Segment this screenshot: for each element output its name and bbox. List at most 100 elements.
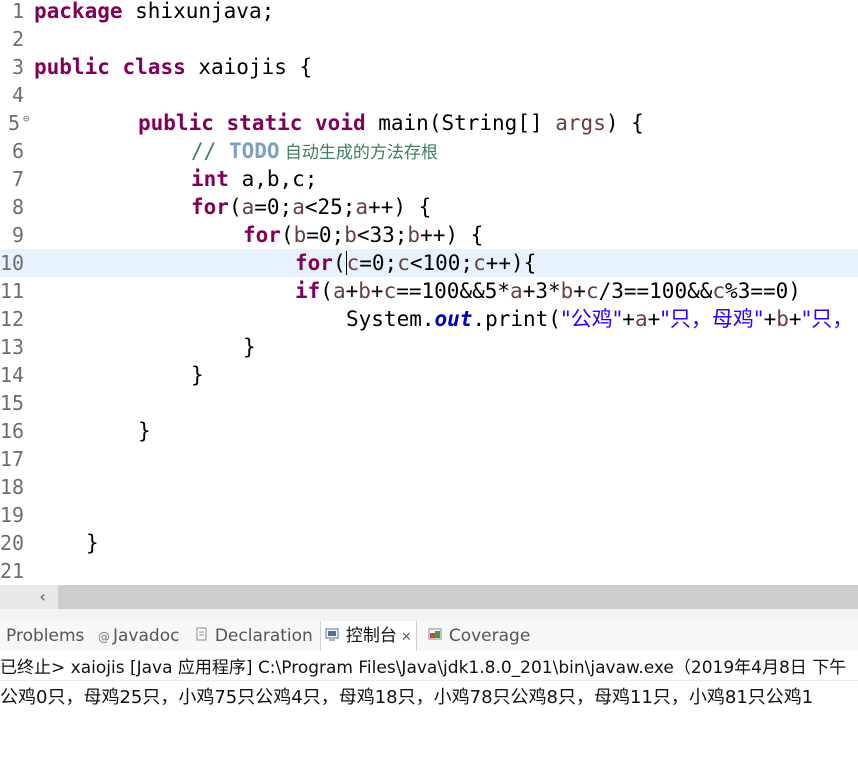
- panel-divider[interactable]: [0, 609, 858, 621]
- code-text: <100;: [409, 251, 474, 275]
- parameter: args: [555, 111, 606, 135]
- keyword: class: [122, 55, 186, 79]
- code-text: <33;: [356, 223, 408, 247]
- line-number: 18: [0, 475, 25, 499]
- keyword: public: [34, 55, 110, 79]
- code-line[interactable]: 11 if(a+b+c==100&&5*a+3*b+c/3==100&&c%3=…: [0, 277, 858, 305]
- line-number: 8: [11, 195, 24, 219]
- line-number: 7: [11, 167, 24, 191]
- keyword: int: [191, 167, 229, 191]
- code-line[interactable]: 5 ⊖ public static void main(String[] arg…: [0, 109, 858, 137]
- code-line[interactable]: 14 }: [0, 361, 858, 389]
- code-line[interactable]: 13 }: [0, 333, 858, 361]
- tab-label: Declaration: [214, 626, 313, 646]
- code-line[interactable]: 16 }: [0, 417, 858, 445]
- horizontal-scrollbar[interactable]: ‹: [0, 585, 858, 609]
- code-line[interactable]: 20 }: [0, 529, 858, 557]
- variable: c: [712, 279, 726, 303]
- line-number: 13: [0, 335, 25, 359]
- line-number: 21: [0, 559, 25, 583]
- line-number: 6: [11, 139, 24, 163]
- code-line[interactable]: 7 int a,b,c;: [0, 165, 858, 193]
- code-line[interactable]: 19: [0, 501, 858, 529]
- console-status: 已终止> xaiojis [Java 应用程序] C:\Program File…: [0, 658, 847, 678]
- tab-coverage[interactable]: Coverage: [428, 621, 530, 651]
- tab-problems[interactable]: Problems: [6, 621, 84, 651]
- line-number: 4: [11, 83, 24, 107]
- code-line[interactable]: 2: [0, 25, 858, 53]
- scroll-left-icon[interactable]: ‹: [38, 585, 48, 609]
- code-line[interactable]: 21: [0, 557, 858, 585]
- tab-javadoc[interactable]: @ Javadoc: [98, 621, 179, 651]
- string-literal: "只，母鸡": [660, 307, 764, 331]
- code-text: =0;: [359, 251, 398, 275]
- console-text: 公鸡0只，母鸡25只，小鸡75只公鸡4只，母鸡18只，小鸡78只公鸡8只，母鸡1…: [0, 687, 814, 708]
- keyword: public: [138, 111, 214, 135]
- divider: [0, 680, 858, 681]
- line-number: 20: [0, 531, 25, 555]
- code-line-current[interactable]: 10 for(c=0;c<100;c++){: [0, 249, 858, 277]
- line-number: 19: [0, 503, 25, 527]
- code-text: +: [788, 307, 802, 331]
- closing-brace: }: [138, 419, 151, 443]
- keyword: void: [315, 111, 366, 135]
- code-text: (: [332, 251, 346, 275]
- code-text: (: [228, 195, 242, 219]
- code-text: /3==100&&: [598, 279, 713, 303]
- code-text: +: [573, 279, 586, 303]
- code-text: +: [647, 307, 661, 331]
- variable: b: [560, 279, 574, 303]
- code-line[interactable]: 9 for(b=0;b<33;b++) {: [0, 221, 858, 249]
- code-text: +: [345, 279, 359, 303]
- code-line[interactable]: 1 package shixunjava;: [0, 0, 858, 25]
- variable: c: [397, 251, 410, 275]
- line-number: 9: [11, 223, 24, 247]
- code-text: +: [370, 279, 384, 303]
- tab-label: 控制台: [345, 626, 397, 646]
- code-line[interactable]: 8 for(a=0;a<25;a++) {: [0, 193, 858, 221]
- line-number: 5: [7, 111, 20, 135]
- code-text: ) {: [605, 111, 644, 135]
- line-number: 16: [0, 419, 25, 443]
- console-output[interactable]: 已终止> xaiojis [Java 应用程序] C:\Program File…: [0, 651, 858, 757]
- code-text: (: [280, 223, 294, 247]
- closing-brace: }: [191, 363, 204, 387]
- code-line[interactable]: 18: [0, 473, 858, 501]
- code-line[interactable]: 6 // TODO 自动生成的方法存根: [0, 137, 858, 165]
- keyword: static: [226, 111, 303, 135]
- fold-collapse-icon[interactable]: ⊖: [23, 105, 30, 133]
- javadoc-icon: @: [98, 630, 110, 644]
- code-editor[interactable]: 1 package shixunjava; 2 3 public class x…: [0, 0, 858, 585]
- console-icon: [325, 628, 343, 644]
- close-icon[interactable]: ✕: [401, 630, 412, 645]
- keyword: package: [34, 0, 123, 23]
- code-text: shixunjava;: [122, 0, 275, 23]
- code-line[interactable]: 3 public class xaiojis {: [0, 53, 858, 81]
- scrollbar-thumb[interactable]: [58, 585, 858, 609]
- line-number: 11: [0, 279, 25, 303]
- tab-label: Javadoc: [113, 626, 180, 646]
- line-number: 14: [0, 363, 25, 387]
- code-text: <25;: [304, 195, 356, 219]
- coverage-icon: [428, 628, 446, 644]
- todo-tag: TODO: [228, 139, 280, 163]
- comment-text: 自动生成的方法存根: [279, 143, 438, 163]
- line-number: 1: [11, 0, 24, 23]
- code-line[interactable]: 17: [0, 445, 858, 473]
- comment-slashes: //: [191, 139, 229, 163]
- code-text: +: [763, 307, 777, 331]
- code-text: xaiojis {: [185, 55, 313, 79]
- variable: c: [345, 251, 360, 275]
- variable: b: [358, 279, 371, 303]
- variable: a: [355, 195, 369, 219]
- line-number: 2: [11, 27, 24, 51]
- code-text: +3*: [522, 279, 561, 303]
- variable: b: [344, 223, 357, 247]
- tab-console[interactable]: 控制台 ✕: [320, 621, 417, 651]
- code-line[interactable]: 4: [0, 81, 858, 109]
- tab-declaration[interactable]: Declaration: [196, 621, 313, 651]
- code-line[interactable]: 15: [0, 389, 858, 417]
- variable: b: [293, 223, 307, 247]
- variable: a: [634, 307, 648, 331]
- code-line[interactable]: 12 System.out.print("公鸡"+a+"只，母鸡"+b+"只，: [0, 305, 858, 333]
